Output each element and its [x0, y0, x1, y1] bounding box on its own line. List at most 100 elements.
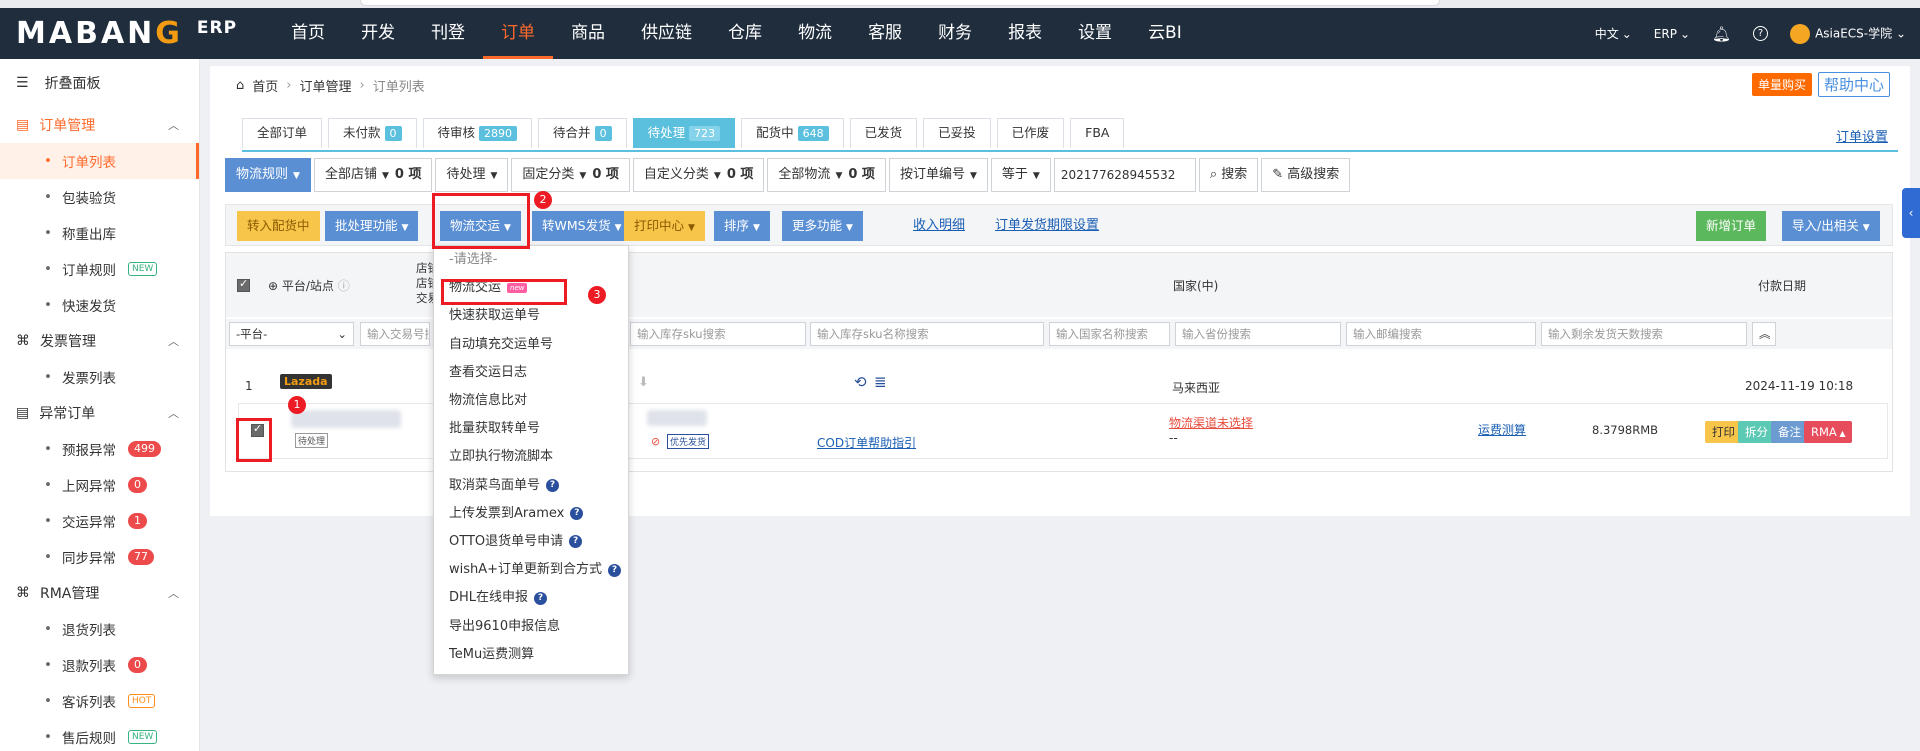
- right-panel-toggle[interactable]: ‹: [1902, 188, 1920, 238]
- nav-warehouse[interactable]: 仓库: [710, 8, 780, 59]
- nav-develop[interactable]: 开发: [343, 8, 413, 59]
- sidebar-item-order-list[interactable]: 订单列表: [0, 143, 199, 179]
- custom-class-filter[interactable]: 自定义分类 ▼ 0 项: [632, 158, 765, 192]
- trade-no-search-input[interactable]: 输入交易号搜索: [360, 322, 430, 346]
- match-mode-select[interactable]: 等于 ▼: [990, 158, 1051, 192]
- nav-reports[interactable]: 报表: [990, 8, 1060, 59]
- zip-search-input[interactable]: 输入邮编搜索: [1346, 322, 1536, 346]
- more-functions-dropdown[interactable]: 更多功能 ▼: [782, 211, 863, 241]
- nav-supply-chain[interactable]: 供应链: [623, 8, 710, 59]
- language-select[interactable]: 中文: [1595, 25, 1632, 42]
- menu-item-autofill-ship-no[interactable]: 自动填充交运单号: [434, 331, 628, 359]
- breadcrumb-section[interactable]: 订单管理: [299, 76, 351, 95]
- help-center-button[interactable]: 帮助中心: [1817, 72, 1890, 97]
- sidebar-group-orders[interactable]: ▤ 订单管理 ︿: [0, 107, 199, 143]
- tab-pending-process[interactable]: 待处理 723: [632, 118, 736, 148]
- menu-item-cancel-cainiao[interactable]: 取消菜鸟面单号?: [434, 472, 628, 500]
- wms-ship-dropdown[interactable]: 转WMS发货 ▼: [532, 211, 632, 241]
- cod-help-link[interactable]: COD订单帮助指引: [817, 434, 916, 451]
- order-settings-link[interactable]: 订单设置: [1836, 126, 1888, 145]
- tab-pending-review[interactable]: 待审核 2890: [422, 118, 533, 148]
- sidebar-item-sync-abnormal[interactable]: 同步异常 77: [0, 539, 199, 575]
- menu-item-otto-return[interactable]: OTTO退货单号申请?: [434, 528, 628, 556]
- menu-item-temu-freight[interactable]: TeMu运费测算: [434, 641, 628, 669]
- erp-select[interactable]: ERP: [1654, 27, 1690, 41]
- shop-filter[interactable]: 全部店铺 ▼ 0 项: [313, 158, 433, 192]
- menu-item-logistics-compare[interactable]: 物流信息比对: [434, 387, 628, 415]
- pending-filter[interactable]: 待处理 ▼: [435, 158, 509, 192]
- channel-unselected-link[interactable]: 物流渠道未选择: [1169, 414, 1253, 431]
- nav-cloud-bi[interactable]: 云BI: [1130, 8, 1200, 59]
- tab-shipped[interactable]: 已发货: [849, 118, 918, 148]
- sku-search-input[interactable]: 输入库存sku搜索: [630, 322, 806, 346]
- tab-fba[interactable]: FBA: [1070, 118, 1125, 148]
- menu-item-quick-waybill[interactable]: 快速获取运单号: [434, 302, 628, 330]
- sidebar-item-return-list[interactable]: 退货列表: [0, 611, 199, 647]
- split-button[interactable]: 拆分: [1738, 421, 1775, 443]
- menu-item-run-script[interactable]: 立即执行物流脚本: [434, 443, 628, 471]
- nav-settings[interactable]: 设置: [1060, 8, 1130, 59]
- batch-function-dropdown[interactable]: 批处理功能 ▼: [325, 211, 419, 241]
- buy-quota-button[interactable]: 单量购买: [1751, 73, 1812, 96]
- bell-icon[interactable]: 🔔︎: [1712, 25, 1731, 43]
- collapse-panel[interactable]: ☰ 折叠面板: [0, 59, 199, 107]
- menu-item-dhl-declare[interactable]: DHL在线申报?: [434, 584, 628, 612]
- sku-name-search-input[interactable]: 输入库存sku名称搜索: [810, 322, 1044, 346]
- menu-item-ship-log[interactable]: 查看交运日志: [434, 359, 628, 387]
- sidebar-item-complaint-list[interactable]: 客诉列表 HOT: [0, 683, 199, 719]
- nav-orders[interactable]: 订单: [483, 8, 554, 59]
- nav-customer-service[interactable]: 客服: [850, 8, 920, 59]
- country-search-input[interactable]: 输入国家名称搜索: [1049, 322, 1170, 346]
- tab-allocating[interactable]: 配货中 648: [741, 118, 844, 148]
- help-icon[interactable]: ?: [1753, 26, 1769, 41]
- receipt-detail-link[interactable]: 收入明细: [913, 211, 965, 241]
- tab-pending-merge[interactable]: 待合并 0: [538, 118, 627, 148]
- days-search-input[interactable]: 输入剩余发货天数搜索: [1541, 322, 1747, 346]
- sidebar-item-forecast-abnormal[interactable]: 预报异常 499: [0, 431, 199, 467]
- advanced-search-button[interactable]: ✎ 高级搜索: [1261, 158, 1351, 192]
- platform-select[interactable]: -平台- ⌄: [229, 322, 354, 346]
- collapse-filter-button[interactable]: ︽: [1752, 322, 1776, 346]
- note-button[interactable]: 备注: [1771, 421, 1808, 443]
- province-search-input[interactable]: 输入省份搜索: [1175, 322, 1341, 346]
- tab-voided[interactable]: 已作废: [996, 118, 1065, 148]
- search-field-select[interactable]: 按订单编号 ▼: [888, 158, 988, 192]
- nav-logistics[interactable]: 物流: [780, 8, 850, 59]
- sidebar-item-order-rules[interactable]: 订单规则 NEW: [0, 251, 199, 287]
- new-order-button[interactable]: 新增订单: [1696, 211, 1767, 241]
- tab-delivered[interactable]: 已妥投: [923, 118, 991, 148]
- import-export-dropdown[interactable]: 导入/出相关 ▼: [1782, 211, 1880, 241]
- freight-calc-link[interactable]: 运费测算: [1478, 421, 1526, 438]
- sort-dropdown[interactable]: 排序 ▼: [714, 211, 770, 241]
- rma-dropdown[interactable]: RMA ▲: [1804, 421, 1853, 443]
- sidebar-item-refund-list[interactable]: 退款列表 0: [0, 647, 199, 683]
- menu-item-export-9610[interactable]: 导出9610申报信息: [434, 612, 628, 640]
- nav-home[interactable]: 首页: [273, 8, 343, 59]
- logo[interactable]: MABAN G ERP: [16, 16, 237, 51]
- menu-item-wish-update[interactable]: wishA+订单更新到合方式?: [434, 556, 628, 584]
- sidebar-item-quick-ship[interactable]: 快速发货: [0, 287, 199, 323]
- sidebar-group-abnormal[interactable]: ▤ 异常订单 ︿: [0, 395, 199, 431]
- sidebar-item-pack-check[interactable]: 包装验货: [0, 179, 199, 215]
- logistics-filter[interactable]: 全部物流 ▼ 0 项: [767, 158, 886, 192]
- sidebar-group-rma[interactable]: ⌘ RMA管理 ︿: [0, 575, 199, 611]
- nav-listing[interactable]: 刊登: [413, 8, 483, 59]
- sidebar-group-invoice[interactable]: ⌘ 发票管理 ︿: [0, 323, 199, 359]
- history-icon[interactable]: ⟲: [854, 373, 867, 391]
- menu-item-upload-aramex[interactable]: 上传发票到Aramex?: [434, 500, 628, 528]
- assign-stock-button[interactable]: 转入配货中: [237, 211, 320, 241]
- nav-products[interactable]: 商品: [553, 8, 623, 59]
- breadcrumb-home[interactable]: 首页: [252, 76, 278, 95]
- tab-unpaid[interactable]: 未付款 0: [328, 118, 417, 148]
- nav-finance[interactable]: 财务: [920, 8, 990, 59]
- select-all-checkbox[interactable]: [237, 277, 250, 292]
- sidebar-item-online-abnormal[interactable]: 上网异常 0: [0, 467, 199, 503]
- logistics-rule-dropdown[interactable]: 物流规则 ▼: [225, 158, 311, 192]
- search-input[interactable]: 202177628945532: [1053, 158, 1196, 192]
- print-button[interactable]: 打印: [1705, 421, 1742, 443]
- sidebar-item-ship-abnormal[interactable]: 交运异常 1: [0, 503, 199, 539]
- list-icon[interactable]: ≣: [874, 373, 887, 391]
- tab-all-orders[interactable]: 全部订单: [242, 118, 323, 148]
- sidebar-item-aftersale-rules[interactable]: 售后规则 NEW: [0, 719, 199, 751]
- search-button[interactable]: ⌕ 搜索: [1198, 158, 1259, 192]
